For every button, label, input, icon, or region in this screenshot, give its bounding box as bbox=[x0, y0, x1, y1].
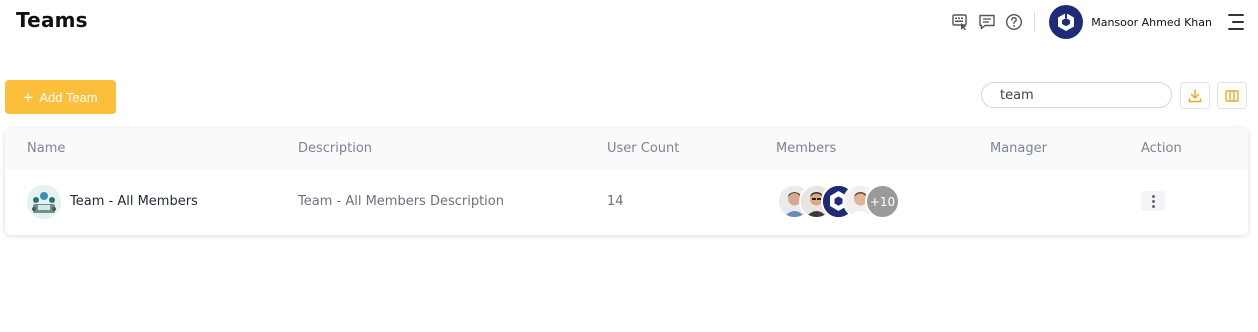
column-header-manager[interactable]: Manager bbox=[990, 141, 1047, 156]
column-header-members[interactable]: Members bbox=[776, 141, 836, 156]
page-title: Teams bbox=[16, 8, 88, 32]
chat-icon[interactable] bbox=[977, 12, 997, 32]
team-description: Team - All Members Description bbox=[298, 194, 504, 209]
user-name[interactable]: Mansoor Ahmed Khan bbox=[1091, 16, 1212, 29]
user-count: 14 bbox=[607, 194, 624, 209]
download-button[interactable] bbox=[1180, 82, 1210, 109]
header-divider bbox=[1034, 12, 1036, 32]
columns-button[interactable] bbox=[1217, 82, 1247, 109]
user-avatar[interactable] bbox=[1049, 5, 1084, 39]
members-avatars[interactable]: +10 bbox=[777, 184, 900, 219]
menu-icon[interactable] bbox=[1226, 14, 1244, 30]
column-header-action: Action bbox=[1141, 141, 1182, 156]
top-bar: Mansoor Ahmed Khan bbox=[943, 4, 1244, 40]
table-row[interactable]: Team - All Members Team - All Members De… bbox=[5, 169, 1248, 235]
plus-icon: + bbox=[23, 87, 34, 107]
more-options-icon[interactable] bbox=[1141, 191, 1165, 211]
download-icon bbox=[1188, 88, 1202, 102]
column-header-description[interactable]: Description bbox=[298, 141, 372, 156]
team-logo bbox=[27, 185, 61, 219]
column-header-name[interactable]: Name bbox=[27, 141, 65, 156]
column-header-user-count[interactable]: User Count bbox=[607, 141, 679, 156]
add-team-button[interactable]: + Add Team bbox=[5, 80, 116, 114]
help-icon[interactable] bbox=[1004, 12, 1024, 32]
search-input[interactable] bbox=[981, 82, 1172, 108]
members-more-count[interactable]: +10 bbox=[865, 184, 900, 219]
add-team-label: Add Team bbox=[39, 89, 98, 105]
keyboard-pointer-icon[interactable] bbox=[950, 12, 970, 32]
columns-icon bbox=[1225, 89, 1239, 102]
team-name[interactable]: Team - All Members bbox=[70, 194, 198, 209]
table-header: Name Description User Count Members Mana… bbox=[5, 128, 1248, 169]
teams-table: Name Description User Count Members Mana… bbox=[5, 128, 1248, 235]
